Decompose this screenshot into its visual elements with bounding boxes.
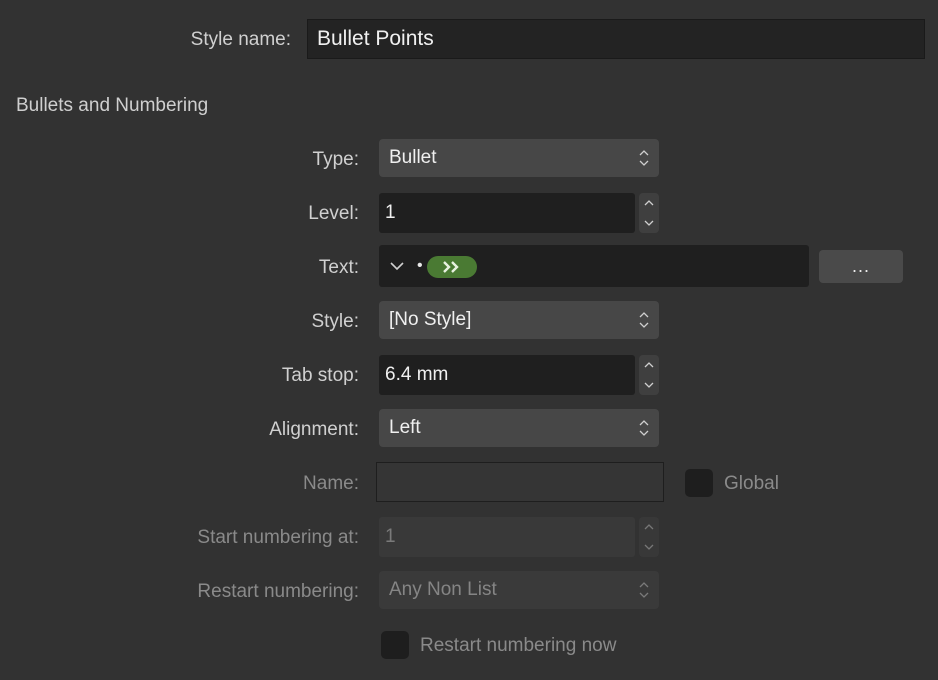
text-label: Text:: [318, 257, 359, 278]
type-label: Type:: [312, 149, 359, 170]
chevron-up-icon[interactable]: [639, 355, 659, 375]
chevron-down-icon[interactable]: [639, 213, 659, 233]
up-down-chevron-icon: [639, 312, 649, 328]
section-heading: Bullets and Numbering: [16, 95, 209, 116]
tab-stop-stepper[interactable]: [639, 355, 659, 395]
up-down-chevron-icon: [639, 420, 649, 436]
chevron-up-icon[interactable]: [639, 193, 659, 213]
alignment-value: Left: [389, 417, 421, 438]
start-numbering-value: 1: [385, 526, 396, 547]
style-select[interactable]: [No Style]: [379, 301, 659, 339]
global-checkbox[interactable]: [685, 469, 713, 497]
tab-stop-input[interactable]: 6.4 mm: [379, 355, 635, 395]
type-value: Bullet: [389, 147, 437, 168]
alignment-label: Alignment:: [269, 419, 359, 440]
style-label: Style:: [311, 311, 359, 332]
bullet-text-field[interactable]: •: [379, 245, 809, 287]
type-select[interactable]: Bullet: [379, 139, 659, 177]
start-numbering-label: Start numbering at:: [197, 527, 359, 548]
level-label: Level:: [308, 203, 359, 224]
restart-numbering-select[interactable]: Any Non List: [379, 571, 659, 609]
level-stepper[interactable]: [639, 193, 659, 233]
up-down-chevron-icon: [639, 582, 649, 598]
start-numbering-input[interactable]: 1: [379, 517, 635, 557]
level-input[interactable]: 1: [379, 193, 635, 233]
tab-token[interactable]: [427, 256, 477, 278]
alignment-select[interactable]: Left: [379, 409, 659, 447]
restart-numbering-now-label: Restart numbering now: [420, 635, 617, 656]
double-chevron-right-icon: [443, 261, 459, 273]
bullet-browse-button[interactable]: ...: [819, 250, 903, 283]
tab-stop-label: Tab stop:: [281, 365, 359, 386]
up-down-chevron-icon: [639, 150, 649, 166]
style-value: [No Style]: [389, 309, 472, 330]
global-label: Global: [724, 473, 779, 494]
chevron-down-icon[interactable]: [639, 537, 659, 557]
bullet-glyph: •: [417, 257, 423, 274]
style-name-label: Style name:: [190, 29, 291, 50]
restart-numbering-label: Restart numbering:: [197, 581, 359, 602]
chevron-down-icon[interactable]: [639, 375, 659, 395]
chevron-down-icon[interactable]: [389, 260, 405, 272]
name-label: Name:: [303, 473, 359, 494]
restart-numbering-now-checkbox[interactable]: [381, 631, 409, 659]
start-numbering-stepper[interactable]: [639, 517, 659, 557]
restart-numbering-value: Any Non List: [389, 579, 497, 600]
style-name-input[interactable]: Bullet Points: [307, 19, 925, 59]
chevron-up-icon[interactable]: [639, 517, 659, 537]
name-input[interactable]: [376, 462, 664, 502]
style-editor-panel: Style name: Bullet Points Bullets and Nu…: [0, 0, 938, 680]
